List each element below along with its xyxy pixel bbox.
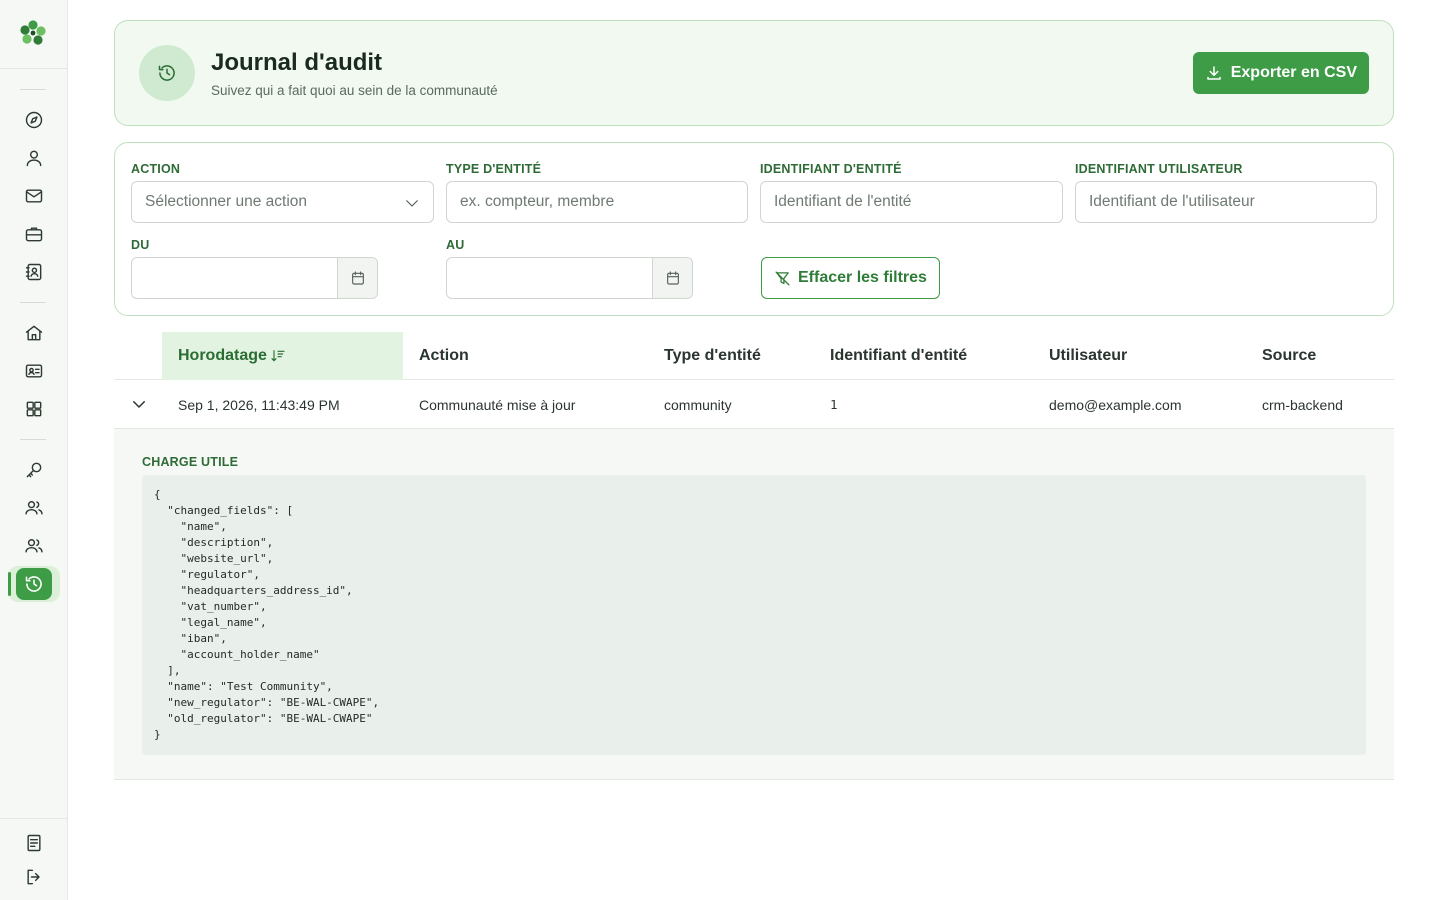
payload-label: CHARGE UTILE — [142, 455, 239, 469]
users-icon[interactable] — [22, 496, 46, 520]
document-icon[interactable] — [22, 831, 46, 855]
mail-icon[interactable] — [22, 184, 46, 208]
column-header-timestamp[interactable]: Horodatage — [162, 332, 403, 380]
action-select[interactable]: Sélectionner une action — [131, 181, 434, 223]
grid-icon[interactable] — [22, 397, 46, 421]
key-icon[interactable] — [22, 458, 46, 482]
entity-id-placeholder: Identifiant de l'entité — [774, 193, 912, 210]
sidebar-divider — [0, 818, 68, 819]
compass-icon[interactable] — [22, 108, 46, 132]
cell-entity-type: community — [664, 396, 732, 413]
sidebar-divider — [20, 302, 46, 303]
download-icon — [1206, 66, 1221, 80]
briefcase-icon[interactable] — [22, 222, 46, 246]
date-to-input[interactable] — [447, 258, 652, 298]
page-header: Journal d'audit Suivez qui a fait quoi a… — [114, 20, 1394, 126]
user-id-label: IDENTIFIANT UTILISATEUR — [1075, 162, 1243, 176]
column-header-label: Horodatage — [178, 347, 267, 364]
column-header-action[interactable]: Action — [419, 332, 469, 380]
column-header-source[interactable]: Source — [1262, 332, 1316, 380]
clear-filters-button[interactable]: Effacer les filtres — [761, 257, 940, 299]
history-icon[interactable] — [16, 568, 52, 600]
id-card-icon[interactable] — [22, 359, 46, 383]
action-select-placeholder: Sélectionner une action — [145, 193, 308, 210]
cell-user: demo@example.com — [1049, 396, 1182, 413]
sidebar-active-indicator — [8, 572, 11, 596]
sidebar — [0, 0, 68, 900]
logout-icon[interactable] — [22, 865, 46, 889]
cell-source: crm-backend — [1262, 396, 1343, 413]
calendar-icon[interactable] — [337, 258, 377, 298]
sidebar-divider — [0, 68, 68, 69]
page-subtitle: Suivez qui a fait quoi au sein de la com… — [211, 83, 498, 98]
date-from-label: DU — [131, 238, 150, 252]
audit-table: Horodatage Action Type d'entité Identifi… — [114, 332, 1394, 780]
export-csv-button[interactable]: Exporter en CSV — [1192, 52, 1369, 94]
cell-timestamp: Sep 1, 2026, 11:43:49 PM — [178, 396, 340, 413]
entity-id-input[interactable]: Identifiant de l'entité — [760, 181, 1063, 223]
clear-filters-label: Effacer les filtres — [798, 269, 927, 286]
cell-entity-id: 1 — [830, 397, 838, 412]
table-header: Horodatage Action Type d'entité Identifi… — [114, 332, 1394, 380]
sort-descending-icon — [270, 348, 286, 364]
entity-type-input[interactable]: ex. compteur, membre — [446, 181, 748, 223]
chevron-down-icon — [403, 194, 421, 212]
payload-json: { "changed_fields": [ "name", "descripti… — [154, 488, 380, 741]
table-row[interactable]: Sep 1, 2026, 11:43:49 PM Communauté mise… — [114, 380, 1394, 429]
date-from-input[interactable] — [132, 258, 337, 298]
column-header-entity-type[interactable]: Type d'entité — [664, 332, 761, 380]
user-icon[interactable] — [22, 146, 46, 170]
user-id-input[interactable]: Identifiant de l'utilisateur — [1075, 181, 1377, 223]
entity-type-placeholder: ex. compteur, membre — [460, 193, 615, 210]
filters-panel: ACTION Sélectionner une action TYPE D'EN… — [114, 142, 1394, 316]
user-id-placeholder: Identifiant de l'utilisateur — [1089, 193, 1255, 210]
date-to-picker — [446, 257, 693, 299]
date-from-picker — [131, 257, 378, 299]
chevron-down-icon[interactable] — [128, 393, 150, 415]
page-title: Journal d'audit — [211, 49, 383, 76]
calendar-icon[interactable] — [652, 258, 692, 298]
app-logo[interactable] — [18, 18, 48, 48]
date-to-label: AU — [446, 238, 465, 252]
entity-type-label: TYPE D'ENTITÉ — [446, 162, 542, 176]
column-header-entity-id[interactable]: Identifiant d'entité — [830, 332, 967, 380]
sidebar-divider — [20, 89, 46, 90]
history-icon — [139, 45, 195, 101]
export-csv-label: Exporter en CSV — [1230, 64, 1357, 81]
filter-off-icon — [775, 270, 790, 286]
sidebar-divider — [20, 439, 46, 440]
action-filter-label: ACTION — [131, 162, 181, 176]
cell-action: Communauté mise à jour — [419, 396, 576, 413]
team-icon[interactable] — [22, 534, 46, 558]
contacts-icon[interactable] — [22, 260, 46, 284]
entity-id-label: IDENTIFIANT D'ENTITÉ — [760, 162, 902, 176]
home-icon[interactable] — [22, 321, 46, 345]
row-details: CHARGE UTILE { "changed_fields": [ "name… — [114, 429, 1394, 780]
column-header-user[interactable]: Utilisateur — [1049, 332, 1127, 380]
payload-code-block: { "changed_fields": [ "name", "descripti… — [142, 475, 1366, 755]
